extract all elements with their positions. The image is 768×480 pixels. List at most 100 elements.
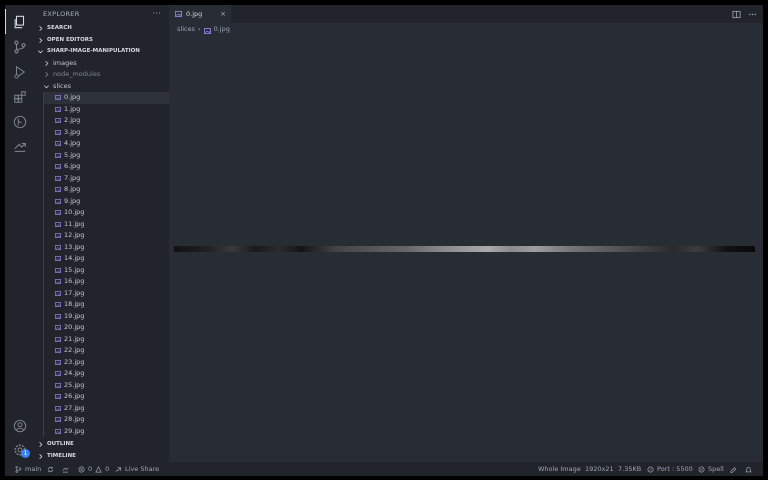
whole-image-label[interactable]: Whole Image (538, 462, 581, 476)
file-item[interactable]: 4.jpg (44, 138, 169, 150)
image-file-icon (55, 348, 61, 354)
file-item-label: 9.jpg (64, 196, 81, 205)
editor-area: 0.jpg × slices › 0.jpg (169, 5, 763, 462)
file-item[interactable]: 9.jpg (44, 196, 169, 208)
file-item[interactable]: 19.jpg (44, 311, 169, 323)
file-item[interactable]: 28.jpg (44, 414, 169, 426)
image-file-icon (55, 198, 61, 204)
image-preview (174, 246, 755, 252)
file-item[interactable]: 16.jpg (44, 276, 169, 288)
remote-icon[interactable] (62, 462, 69, 476)
folder-node-modules[interactable]: node_modules (34, 69, 169, 81)
file-item-label: 20.jpg (64, 323, 85, 331)
folder-images[interactable]: images (34, 58, 169, 70)
image-file-icon (55, 233, 61, 239)
source-control-icon[interactable] (5, 34, 34, 59)
live-server-port[interactable]: Port : 5500 (647, 462, 693, 476)
file-item-label: 13.jpg (64, 242, 85, 251)
error-icon (78, 466, 85, 472)
tab-0-jpg[interactable]: 0.jpg × (169, 5, 231, 23)
file-item[interactable]: 22.jpg (44, 345, 169, 357)
folder-slices[interactable]: slices (34, 81, 169, 93)
chevron-right-icon (37, 25, 44, 32)
file-item[interactable]: 20.jpg (44, 322, 169, 334)
live-share-button[interactable]: Live Share (115, 462, 159, 476)
vscode-window: 1 EXPLORER ··· SEARCH OPEN EDITORS SHARP… (5, 5, 763, 476)
file-item[interactable]: 2.jpg (44, 115, 169, 127)
image-file-icon (55, 256, 61, 262)
remote-explorer-icon[interactable] (5, 134, 34, 159)
feedback-icon[interactable] (730, 462, 737, 476)
settings-gear-icon[interactable]: 1 (5, 437, 34, 462)
branch-indicator[interactable]: main (15, 462, 41, 476)
split-editor-icon[interactable] (731, 9, 741, 19)
file-item[interactable]: 3.jpg (44, 127, 169, 139)
file-item[interactable]: 24.jpg (44, 368, 169, 380)
file-item[interactable]: 1.jpg (44, 104, 169, 116)
branch-icon (15, 465, 22, 473)
extensions-icon[interactable] (5, 84, 34, 109)
git-graph-icon[interactable] (5, 109, 34, 134)
breadcrumb-separator: › (197, 25, 201, 33)
file-item[interactable]: 7.jpg (44, 173, 169, 185)
file-item[interactable]: 27.jpg (44, 403, 169, 415)
open-editors-section[interactable]: OPEN EDITORS (34, 35, 169, 47)
breadcrumb-folder[interactable]: slices (177, 23, 195, 35)
file-item[interactable]: 10.jpg (44, 207, 169, 219)
image-file-icon (55, 187, 61, 193)
image-file-icon (55, 267, 61, 273)
chevron-down-icon (43, 83, 50, 90)
file-item[interactable]: 21.jpg (44, 334, 169, 346)
image-file-icon (55, 405, 61, 411)
more-actions-icon[interactable]: ··· (152, 5, 161, 23)
image-file-icon (55, 371, 61, 377)
timeline-label: TIMELINE (47, 452, 76, 459)
image-file-icon (55, 221, 61, 227)
file-item-label: 19.jpg (64, 311, 85, 320)
account-icon[interactable] (5, 413, 34, 438)
file-item[interactable]: 15.jpg (44, 265, 169, 277)
problems-indicator[interactable]: 0 0 (78, 462, 109, 476)
file-item[interactable]: 17.jpg (44, 288, 169, 300)
folder-slices-label: slices (53, 81, 71, 90)
file-item-label: 4.jpg (64, 139, 81, 147)
chevron-right-icon (37, 37, 44, 44)
file-item[interactable]: 5.jpg (44, 150, 169, 162)
file-item[interactable]: 23.jpg (44, 357, 169, 369)
image-file-icon (55, 428, 61, 434)
file-item[interactable]: 29.jpg (44, 426, 169, 438)
file-item[interactable]: 0.jpg (44, 92, 169, 104)
file-item[interactable]: 14.jpg (44, 253, 169, 265)
warning-icon (95, 465, 102, 472)
file-item[interactable]: 6.jpg (44, 161, 169, 173)
close-tab-icon[interactable]: × (220, 10, 226, 18)
file-item-label: 10.jpg (64, 208, 85, 216)
image-file-icon (55, 118, 61, 124)
notifications-bell-icon[interactable] (745, 462, 752, 476)
file-item-label: 22.jpg (64, 346, 85, 354)
file-item[interactable]: 18.jpg (44, 299, 169, 311)
breadcrumb-file[interactable]: 0.jpg (214, 23, 230, 35)
search-section[interactable]: SEARCH (34, 23, 169, 35)
project-section[interactable]: SHARP-IMAGE-MANIPULATION (34, 46, 169, 58)
spell-checker[interactable]: Spell (698, 462, 724, 476)
chevron-right-icon (43, 71, 50, 78)
file-item-label: 7.jpg (64, 173, 81, 182)
file-item[interactable]: 8.jpg (44, 184, 169, 196)
file-item-label: 2.jpg (64, 116, 81, 124)
run-debug-icon[interactable] (5, 59, 34, 84)
more-actions-icon[interactable] (747, 9, 757, 19)
file-item[interactable]: 13.jpg (44, 242, 169, 254)
file-item[interactable]: 11.jpg (44, 219, 169, 231)
image-file-icon (55, 394, 61, 400)
file-item-label: 23.jpg (64, 357, 85, 366)
activity-bar: 1 (5, 5, 34, 462)
file-item[interactable]: 12.jpg (44, 230, 169, 242)
outline-section[interactable]: OUTLINE (34, 439, 169, 451)
file-item[interactable]: 26.jpg (44, 391, 169, 403)
file-item[interactable]: 25.jpg (44, 380, 169, 392)
timeline-section[interactable]: TIMELINE (34, 451, 169, 463)
explorer-icon[interactable] (5, 9, 34, 34)
file-item-label: 17.jpg (64, 288, 85, 297)
sync-icon[interactable] (47, 462, 54, 476)
